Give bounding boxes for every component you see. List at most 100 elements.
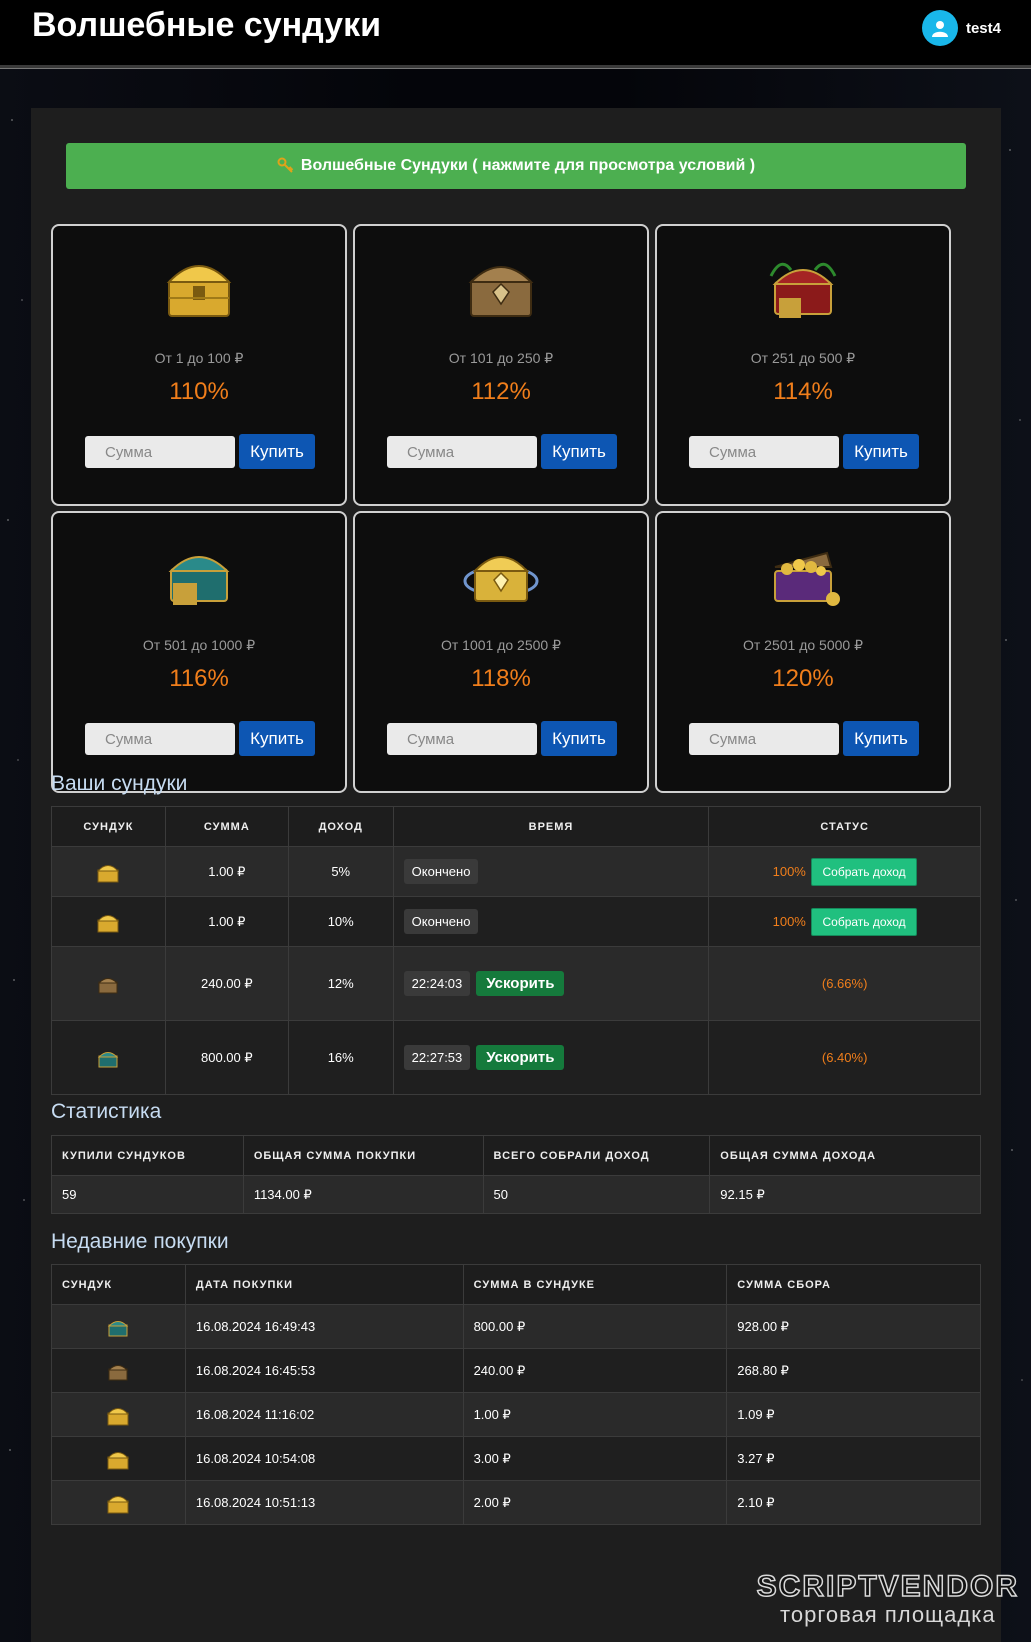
user-avatar-icon[interactable]	[921, 10, 958, 46]
chest-card-4: От 501 до 1000 ₽ 116% Купить	[51, 511, 347, 793]
collect-amount: 268.80 ₽	[726, 1348, 981, 1393]
buy-button[interactable]: Купить	[239, 434, 315, 469]
chest-amount: 800.00 ₽	[462, 1304, 728, 1349]
time-status: Окончено	[403, 859, 479, 884]
chest-amount: 1.00 ₽	[164, 896, 289, 947]
speed-up-button[interactable]: Ускорить	[476, 1045, 565, 1070]
col-chest: СУНДУК	[51, 1264, 186, 1305]
chest-income: 12%	[287, 946, 394, 1021]
user-menu[interactable]: test4	[921, 10, 1001, 46]
col-total-income: ОБЩАЯ СУММА ДОХОДА	[709, 1135, 981, 1176]
stat-total-purchase: 1134.00 ₽	[242, 1175, 484, 1214]
col-total-purchase: ОБЩАЯ СУММА ПОКУПКИ	[242, 1135, 484, 1176]
chest-range: От 1001 до 2500 ₽	[440, 637, 561, 653]
amount-input[interactable]	[689, 723, 839, 755]
buy-button[interactable]: Купить	[843, 434, 919, 469]
col-income: ДОХОД	[287, 806, 394, 847]
table-header-row: СУНДУК ДАТА ПОКУПКИ СУММА В СУНДУКЕ СУММ…	[51, 1264, 981, 1305]
chest-card-3: От 251 до 500 ₽ 114% Купить	[655, 224, 951, 506]
table-row: 1.00 ₽ 5% Окончено 100% Собрать доход	[51, 846, 981, 897]
buy-button[interactable]: Купить	[541, 721, 617, 756]
amount-input[interactable]	[85, 723, 235, 755]
stat-chests-bought: 59	[51, 1175, 244, 1214]
teal-chest-icon	[108, 1320, 129, 1336]
collect-income-button[interactable]: Собрать доход	[811, 857, 917, 886]
chest-amount: 2.00 ₽	[462, 1480, 728, 1525]
speed-up-button[interactable]: Ускорить	[476, 971, 565, 996]
col-chest: СУНДУК	[51, 806, 166, 847]
wooden-chest-icon	[98, 977, 119, 993]
chest-range: От 2501 до 5000 ₽	[742, 637, 863, 653]
red-chest-icon	[769, 262, 837, 318]
time-status: Окончено	[403, 909, 479, 934]
col-chests-bought: КУПИЛИ СУНДУКОВ	[51, 1135, 244, 1176]
buy-button[interactable]: Купить	[843, 721, 919, 756]
magic-gold-chest-icon	[463, 556, 539, 602]
table-row: 240.00 ₽ 12% 22:24:03 Ускорить (6.66%)	[51, 946, 981, 1021]
chest-income: 10%	[287, 896, 394, 947]
chest-percent: 112%	[471, 378, 531, 405]
chest-amount: 3.00 ₽	[462, 1436, 728, 1481]
wooden-chest-icon	[108, 1364, 129, 1380]
col-status: СТАТУС	[708, 806, 981, 847]
col-purchase-date: ДАТА ПОКУПКИ	[184, 1264, 464, 1305]
watermark-tagline: торговая площадка	[780, 1602, 996, 1627]
amount-input[interactable]	[387, 436, 537, 468]
amount-input[interactable]	[85, 436, 235, 468]
chest-percent: 118%	[471, 665, 531, 692]
collect-income-button[interactable]: Собрать доход	[811, 907, 917, 936]
chest-card-2: От 101 до 250 ₽ 112% Купить	[353, 224, 649, 506]
countdown-timer: 22:27:53	[403, 1045, 471, 1070]
col-time: ВРЕМЯ	[392, 806, 710, 847]
table-header-row: СУНДУК СУММА ДОХОД ВРЕМЯ СТАТУС	[51, 806, 981, 847]
amount-input[interactable]	[689, 436, 839, 468]
your-chests-title: Ваши сундуки	[51, 772, 188, 795]
table-row: 16.08.2024 10:54:08 3.00 ₽ 3.27 ₽	[51, 1436, 981, 1481]
chest-range: От 101 до 250 ₽	[448, 350, 554, 366]
chest-range: От 1 до 100 ₽	[154, 350, 244, 366]
gold-chest-icon	[97, 864, 120, 882]
recent-table: СУНДУК ДАТА ПОКУПКИ СУММА В СУНДУКЕ СУММ…	[51, 1264, 981, 1525]
status-percent: 100%	[772, 913, 806, 929]
col-collect-amount: СУММА СБОРА	[726, 1264, 981, 1305]
chest-range: От 251 до 500 ₽	[750, 350, 856, 366]
chest-amount: 240.00 ₽	[462, 1348, 728, 1393]
table-row: 1.00 ₽ 10% Окончено 100% Собрать доход	[51, 896, 981, 947]
chest-card-1: От 1 до 100 ₽ 110% Купить	[51, 224, 347, 506]
chest-amount: 1.00 ₽	[462, 1392, 728, 1437]
gold-chest-icon	[107, 1451, 130, 1469]
conditions-label: Волшебные Сундуки ( нажмите для просмотр…	[300, 157, 756, 174]
col-chest-amount: СУММА В СУНДУКЕ	[462, 1264, 728, 1305]
gold-chest-icon	[166, 265, 232, 317]
collect-amount: 3.27 ₽	[726, 1436, 981, 1481]
gold-chest-icon	[97, 914, 120, 932]
main-panel: Волшебные Сундуки ( нажмите для просмотр…	[31, 108, 1001, 1642]
wooden-chest-icon	[468, 266, 534, 317]
gold-chest-icon	[107, 1495, 130, 1513]
table-row: 16.08.2024 11:16:02 1.00 ₽ 1.09 ₽	[51, 1392, 981, 1437]
chest-amount: 800.00 ₽	[164, 1020, 289, 1095]
chest-amount: 1.00 ₽	[164, 846, 289, 897]
chest-percent: 110%	[169, 378, 229, 405]
conditions-button[interactable]: Волшебные Сундуки ( нажмите для просмотр…	[66, 143, 966, 189]
table-row: 16.08.2024 16:49:43 800.00 ₽ 928.00 ₽	[51, 1304, 981, 1349]
your-chests-table: СУНДУК СУММА ДОХОД ВРЕМЯ СТАТУС 1.00 ₽ 5…	[51, 806, 981, 1095]
purchase-date: 16.08.2024 16:49:43	[184, 1304, 464, 1349]
top-bar: Волшебные сундуки test4	[0, 0, 1031, 68]
page-title: Волшебные сундуки	[32, 6, 381, 44]
collect-amount: 1.09 ₽	[726, 1392, 981, 1437]
teal-chest-icon	[98, 1051, 119, 1067]
amount-input[interactable]	[387, 723, 537, 755]
purchase-date: 16.08.2024 11:16:02	[184, 1392, 464, 1437]
buy-button[interactable]: Купить	[541, 434, 617, 469]
stats-table: КУПИЛИ СУНДУКОВ ОБЩАЯ СУММА ПОКУПКИ ВСЕГ…	[51, 1135, 981, 1214]
chest-percent: 116%	[169, 665, 229, 692]
stat-total-income: 92.15 ₽	[709, 1175, 981, 1214]
purchase-date: 16.08.2024 16:45:53	[184, 1348, 464, 1393]
stats-title: Статистика	[51, 1100, 162, 1123]
chest-percent: 114%	[773, 378, 833, 405]
col-amount: СУММА	[164, 806, 289, 847]
buy-button[interactable]: Купить	[239, 721, 315, 756]
username[interactable]: test4	[966, 20, 1001, 37]
teal-chest-icon	[168, 556, 230, 605]
